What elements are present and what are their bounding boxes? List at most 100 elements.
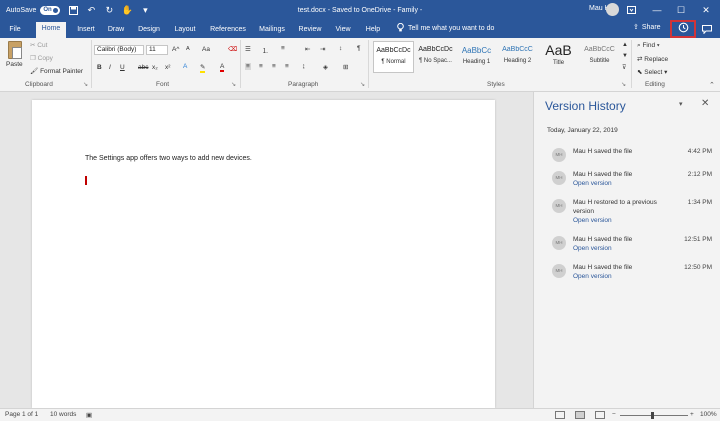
style-heading-1[interactable]: AaBbCc Heading 1 (456, 41, 497, 73)
vertical-scrollbar[interactable] (526, 92, 533, 408)
cut-button[interactable]: ✂ Cut (30, 41, 47, 49)
comments-icon[interactable] (700, 22, 714, 36)
font-launcher-icon[interactable]: ↘ (231, 81, 236, 88)
superscript-button[interactable]: x² (165, 64, 170, 71)
change-case-button[interactable]: Aa (202, 46, 210, 53)
tell-me-search[interactable]: Tell me what you want to do (397, 22, 494, 34)
align-right-icon[interactable]: ≡ (272, 63, 276, 70)
paste-button[interactable]: Paste (6, 61, 23, 68)
font-family-dropdown[interactable]: Calibri (Body) (94, 45, 144, 55)
copy-button[interactable]: ❐ Copy (30, 54, 53, 62)
autosave-toggle[interactable]: On (40, 5, 61, 15)
tab-view[interactable]: View (332, 23, 354, 38)
maximize-icon[interactable]: ☐ (673, 2, 689, 18)
font-color-icon[interactable]: A (220, 63, 225, 72)
open-version-link[interactable]: Open version (573, 273, 612, 280)
underline-button[interactable]: U (120, 64, 125, 71)
clear-formatting-icon[interactable]: ⌫ (228, 45, 237, 53)
style-sample: AaBbCcC (502, 46, 533, 53)
open-version-link[interactable]: Open version (573, 217, 612, 224)
ribbon: Paste ✂ Cut ❐ Copy 🖌 Format Painter Clip… (0, 38, 720, 92)
zoom-level[interactable]: 100% (700, 411, 717, 418)
italic-button[interactable]: I (109, 64, 111, 71)
word-count[interactable]: 10 words (50, 411, 76, 418)
proofing-icon[interactable]: ▣ (86, 411, 92, 419)
undo-icon[interactable]: ↶ (86, 5, 96, 15)
redo-icon[interactable]: ↻ (104, 5, 114, 15)
borders-icon[interactable]: ⊞ (343, 63, 348, 71)
task-pane-options-icon[interactable]: ▾ (679, 100, 683, 108)
document-page[interactable]: The Settings app offers two ways to add … (32, 100, 495, 408)
text-effects-icon[interactable]: A (183, 63, 187, 70)
collapse-ribbon-icon[interactable]: ⌃ (709, 81, 715, 89)
zoom-in-icon[interactable]: + (690, 411, 694, 418)
subscript-button[interactable]: x₂ (152, 64, 158, 71)
clipboard-launcher-icon[interactable]: ↘ (83, 81, 88, 88)
line-spacing-icon[interactable]: ↨ (302, 63, 305, 70)
close-panel-icon[interactable]: ✕ (701, 98, 709, 109)
tab-design[interactable]: Design (135, 23, 163, 38)
tab-help[interactable]: Help (362, 23, 384, 38)
show-formatting-button[interactable]: ¶ (357, 45, 361, 52)
shading-icon[interactable]: ◈ (323, 63, 328, 71)
ribbon-display-options-icon[interactable] (623, 2, 639, 18)
style-title[interactable]: AaB Title (538, 41, 579, 73)
tab-home[interactable]: Home (36, 22, 66, 38)
select-button[interactable]: ⬉ Select ▾ (637, 68, 667, 76)
tab-draw[interactable]: Draw (105, 23, 127, 38)
tab-references[interactable]: References (208, 23, 248, 38)
highlight-icon[interactable]: ✎ (200, 63, 206, 73)
format-painter-button[interactable]: 🖌 Format Painter (30, 67, 83, 75)
web-layout-icon[interactable] (595, 411, 605, 419)
align-left-icon[interactable]: ≡ (245, 63, 251, 70)
open-version-link[interactable]: Open version (573, 180, 612, 187)
styles-more-icon[interactable]: ⊽ (622, 64, 626, 71)
tab-layout[interactable]: Layout (171, 23, 199, 38)
customize-toolbar-icon[interactable]: ▾ (140, 5, 150, 15)
numbering-icon[interactable]: ⒈ (262, 45, 269, 55)
shrink-font-button[interactable]: A (186, 46, 190, 52)
tab-file[interactable]: File (4, 23, 26, 38)
style-heading-2[interactable]: AaBbCcC Heading 2 (497, 41, 538, 73)
tab-mailings[interactable]: Mailings (256, 23, 288, 38)
paste-icon[interactable] (8, 41, 22, 59)
sort-icon[interactable]: ↕ (339, 45, 342, 52)
print-layout-icon[interactable] (575, 411, 585, 419)
page-count[interactable]: Page 1 of 1 (5, 411, 38, 418)
justify-icon[interactable]: ≡ (285, 63, 289, 70)
document-text[interactable]: The Settings app offers two ways to add … (85, 155, 252, 162)
zoom-slider-thumb[interactable] (651, 412, 654, 419)
style-normal[interactable]: AaBbCcDc ¶ Normal (373, 41, 414, 73)
zoom-out-icon[interactable]: − (612, 411, 616, 418)
paragraph-launcher-icon[interactable]: ↘ (360, 81, 365, 88)
touch-mode-icon[interactable]: ✋ (122, 5, 133, 15)
replace-button[interactable]: ⇄ Replace (637, 55, 668, 63)
close-icon[interactable]: ✕ (698, 2, 714, 18)
avatar[interactable] (606, 3, 619, 16)
read-mode-icon[interactable] (555, 411, 565, 419)
share-icon: ⇪ (633, 24, 639, 31)
tab-review[interactable]: Review (296, 23, 324, 38)
save-icon[interactable] (68, 5, 78, 15)
strikethrough-button[interactable]: abc (138, 64, 148, 71)
grow-font-button[interactable]: A^ (172, 46, 179, 53)
style-subtitle[interactable]: AaBbCcC Subtitle (579, 41, 620, 73)
style-no-spacing[interactable]: AaBbCcDc ¶ No Spac... (415, 41, 456, 73)
increase-indent-icon[interactable]: ⇥ (320, 45, 325, 53)
bold-button[interactable]: B (97, 64, 102, 71)
tab-insert[interactable]: Insert (73, 23, 99, 38)
multilevel-list-icon[interactable]: ≡ (281, 45, 285, 52)
find-button[interactable]: ⌕ Find ▾ (637, 42, 660, 50)
version-history-button[interactable] (670, 20, 696, 38)
share-button[interactable]: ⇪ Share (633, 23, 661, 32)
zoom-slider[interactable] (620, 415, 688, 416)
decrease-indent-icon[interactable]: ⇤ (305, 45, 310, 53)
bullets-icon[interactable]: ☰ (245, 45, 251, 53)
minimize-icon[interactable]: — (649, 2, 665, 18)
styles-launcher-icon[interactable]: ↘ (621, 81, 626, 88)
align-center-icon[interactable]: ≡ (259, 63, 263, 70)
font-size-dropdown[interactable]: 11 (146, 45, 168, 55)
open-version-link[interactable]: Open version (573, 245, 612, 252)
styles-scroll-up-icon[interactable]: ▲ (622, 42, 628, 48)
styles-scroll-down-icon[interactable]: ▼ (622, 53, 628, 59)
